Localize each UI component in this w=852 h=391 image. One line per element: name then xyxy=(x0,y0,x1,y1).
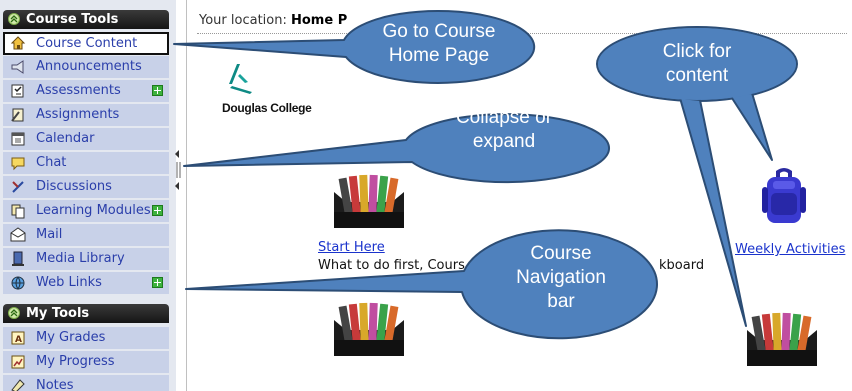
callout-content-text: Click for content xyxy=(662,41,732,86)
callout-content-pointer-right xyxy=(729,92,773,161)
callout-navbar-text: Course Navigation bar xyxy=(516,243,606,312)
callout-content-pointer-down xyxy=(679,97,747,327)
callout-home-text: Go to Course Home Page xyxy=(382,21,496,66)
callout-collapse-text: Collapse or expand xyxy=(455,107,553,152)
lms-window: Course Tools Course Content Announcements… xyxy=(0,0,852,391)
